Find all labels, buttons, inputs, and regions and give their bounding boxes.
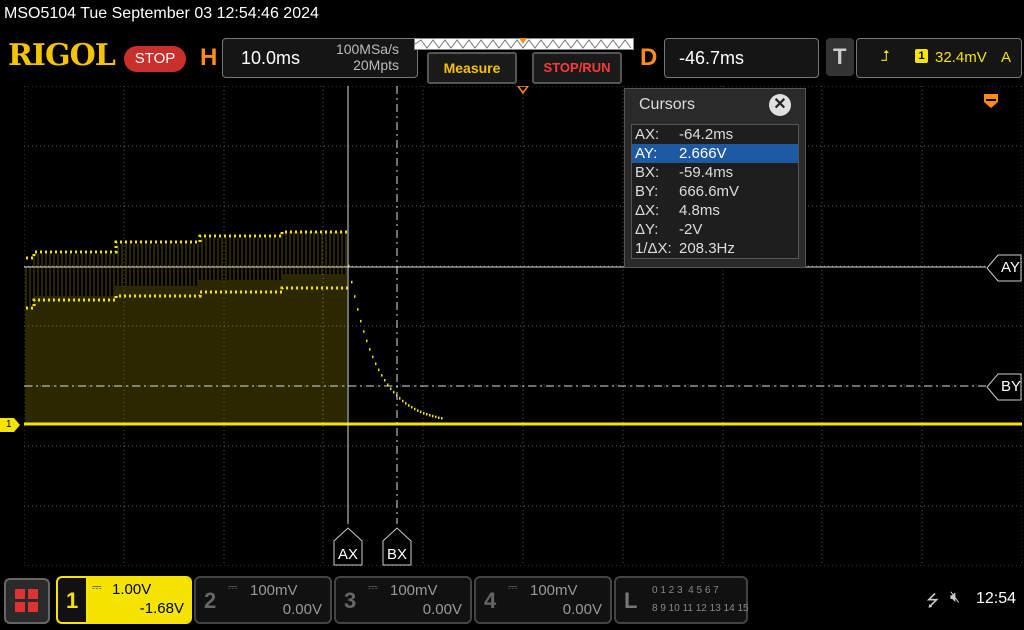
channel-2-offset: 0.00V xyxy=(282,601,322,618)
grid-menu-icon xyxy=(15,589,39,613)
waveform-display[interactable] xyxy=(24,86,1022,566)
horizontal-letter: H xyxy=(200,44,218,71)
channel-2-box[interactable]: 2 ⎓ 100mV 0.00V xyxy=(194,576,332,624)
trigger-level: 32.4mV xyxy=(935,49,987,66)
clock: 12:54 xyxy=(976,590,1017,607)
logic-channels-box[interactable]: L 0 1 2 3 4 5 6 7 8 9 10 11 12 13 14 15 xyxy=(614,576,749,624)
trigger-position-marker xyxy=(519,38,527,44)
dc-coupling-icon: ⎓ xyxy=(508,580,518,594)
cursor-ax-label: AX xyxy=(338,546,359,563)
run-state-badge[interactable]: STOP xyxy=(124,46,186,72)
status-line: MSO5104 Tue September 03 12:54:46 2024 xyxy=(4,5,319,22)
usb-icon: ⭍ xyxy=(926,593,940,610)
channel-3-offset: 0.00V xyxy=(422,601,462,618)
cursor-ax-tag[interactable]: AX xyxy=(333,527,363,566)
cursor-by-tag[interactable]: BY xyxy=(986,373,1022,401)
dc-coupling-icon: ⎓ xyxy=(92,580,102,594)
channel-1-number: 1 xyxy=(66,588,79,613)
stop-run-button[interactable]: STOP/RUN xyxy=(532,52,622,84)
channel-1-offset: -1.68V xyxy=(139,600,184,617)
rigol-logo: RIGOL xyxy=(8,38,116,73)
logic-bits-row1: 0 1 2 3 4 5 6 7 xyxy=(652,585,719,596)
trigger-edge-icon: ⮥ xyxy=(881,48,890,65)
delay-letter: D xyxy=(640,44,658,71)
dc-coupling-icon: ⎓ xyxy=(228,580,238,594)
logic-bits-row2: 8 9 10 11 12 13 14 15 xyxy=(652,603,749,614)
channel-3-scale: 100mV xyxy=(390,582,438,599)
channel-3-number: 3 xyxy=(344,588,357,613)
channel-4-box[interactable]: 4 ⎓ 100mV 0.00V xyxy=(474,576,612,624)
memory-depth: 20Mpts xyxy=(353,57,399,73)
measure-button[interactable]: Measure xyxy=(427,52,517,84)
channel-1-waveform xyxy=(24,230,1022,426)
delay-panel[interactable]: D -46.7ms xyxy=(634,38,819,78)
channel-4-scale: 100mV xyxy=(530,582,578,599)
sample-rate: 100MSa/s xyxy=(335,41,399,57)
cursor-bx-tag[interactable]: BX xyxy=(382,527,412,566)
channel-2-number: 2 xyxy=(204,588,217,613)
readout-row-frequency[interactable]: 1/ΔX: 208.3Hz xyxy=(632,239,798,258)
cursors-title: Cursors xyxy=(639,96,696,113)
cursor-bx-label: BX xyxy=(387,546,408,563)
delay-box: -46.7ms xyxy=(664,38,819,78)
channel-3-box[interactable]: 3 ⎓ 100mV 0.00V xyxy=(334,576,472,624)
cursor-ay-tag[interactable]: AY xyxy=(986,254,1022,282)
close-icon[interactable]: ✕ xyxy=(769,94,791,116)
cursors-readout-table: AX: -64.2ms AY: 2.666V BX: -59.4ms BY: 666.6… xyxy=(631,124,799,259)
channel-4-offset: 0.00V xyxy=(562,601,602,618)
trigger-time-marker xyxy=(517,86,529,95)
waveform-decay xyxy=(348,264,443,420)
channel-1-box[interactable]: 1 ⎓ 1.00V -1.68V xyxy=(56,576,192,624)
readout-row-bx[interactable]: BX: -59.4ms xyxy=(632,163,798,182)
waveform-pulses xyxy=(25,232,349,424)
readout-row-ax[interactable]: AX: -64.2ms xyxy=(632,125,798,144)
memory-position-bar[interactable] xyxy=(414,38,634,50)
trigger-letter: T xyxy=(833,44,847,69)
readout-row-by[interactable]: BY: 666.6mV xyxy=(632,182,798,201)
trigger-source: 1 xyxy=(915,49,928,63)
trigger-box: ⮥ 1 32.4mV A xyxy=(856,38,1022,78)
readout-row-ay[interactable]: AY: 2.666V xyxy=(632,144,798,163)
speaker-muted-icon[interactable]: 🔇︎ xyxy=(950,589,960,607)
trigger-panel[interactable]: T ⮥ 1 32.4mV A xyxy=(826,38,1022,78)
channel-4-number: 4 xyxy=(484,588,497,613)
dc-coupling-icon: ⎓ xyxy=(368,580,378,594)
readout-row-delta-y[interactable]: ΔY: -2V xyxy=(632,220,798,239)
menu-button[interactable] xyxy=(4,578,50,624)
channel-1-scale: 1.00V xyxy=(112,581,152,598)
readout-row-delta-x[interactable]: ΔX: 4.8ms xyxy=(632,201,798,220)
cursor-ay-label: AY xyxy=(1001,259,1020,276)
trigger-mode: A xyxy=(1001,49,1012,66)
cursor-by-label: BY xyxy=(1001,378,1022,395)
channel-2-scale: 100mV xyxy=(250,582,298,599)
logic-letter: L xyxy=(624,588,638,613)
channel-1-offset-marker[interactable]: 1 xyxy=(0,418,20,432)
horizontal-panel[interactable]: H 10.0ms 100MSa/s 20Mpts xyxy=(194,38,418,78)
delay-value: -46.7ms xyxy=(679,48,745,68)
cursors-panel[interactable]: Cursors ✕ AX: -64.2ms AY: 2.666V BX: -59.4m… xyxy=(624,88,806,268)
horizontal-box: 10.0ms 100MSa/s 20Mpts xyxy=(222,38,418,78)
